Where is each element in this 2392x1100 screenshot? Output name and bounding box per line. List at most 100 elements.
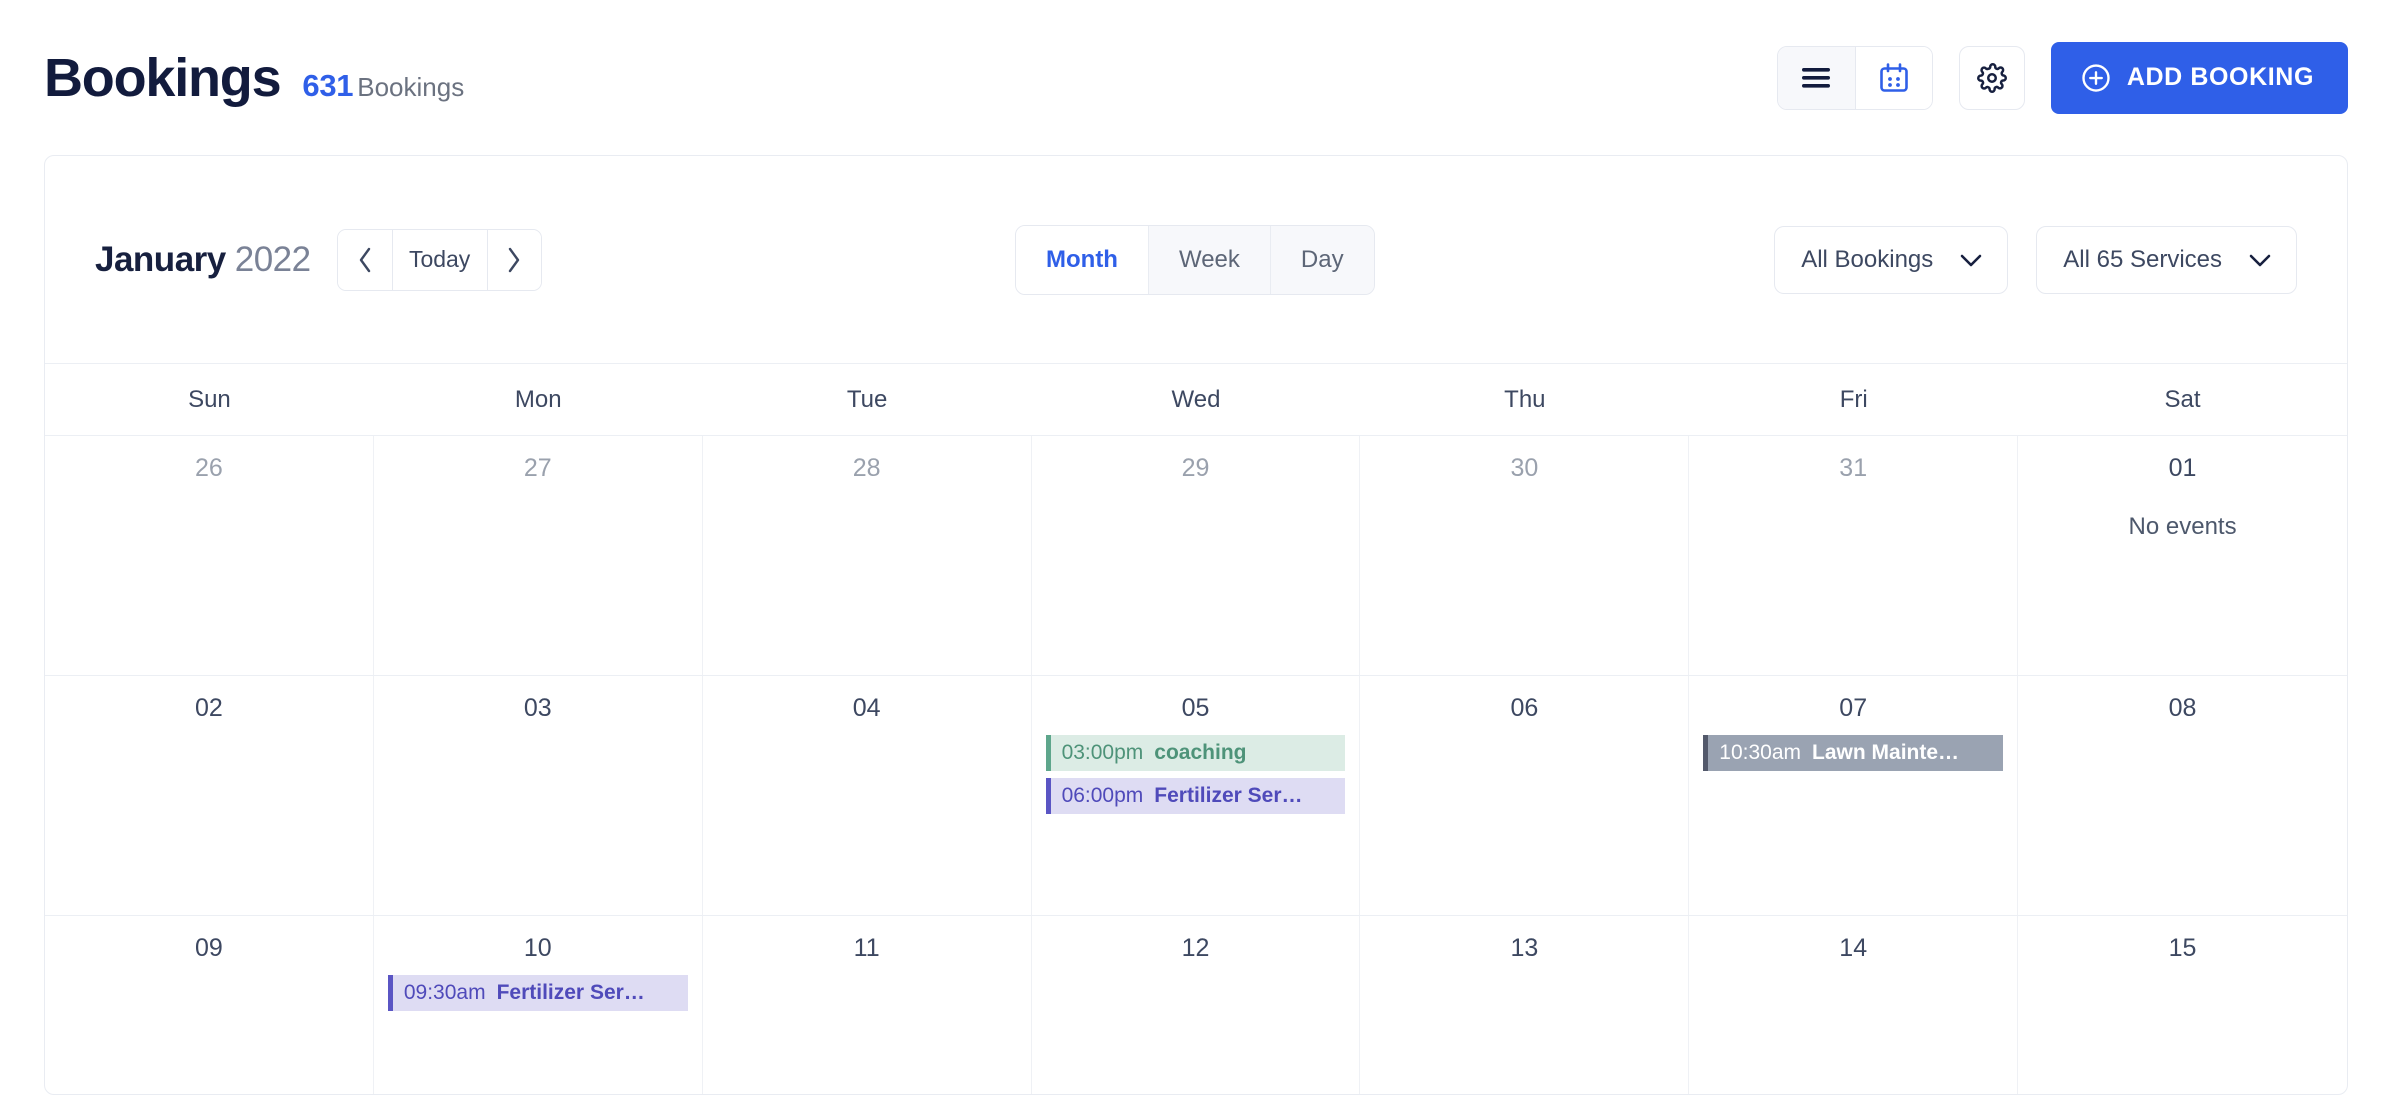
dow-sun: Sun [45, 364, 374, 435]
calendar-icon [1878, 62, 1910, 94]
event-title: Fertilizer Ser… [497, 981, 645, 1005]
view-mode-week[interactable]: Week [1148, 226, 1270, 294]
bookings-calendar-page: Bookings 631Bookings [0, 0, 2392, 1100]
calendar-event[interactable]: 06:00pm Fertilizer Ser… [1046, 778, 1346, 814]
day-of-week-header: Sun Mon Tue Wed Thu Fri Sat [45, 364, 2347, 436]
view-toggle-group [1777, 46, 1933, 110]
calendar-week-row: 02030405 03:00pmcoaching 06:00pm Fertilizer… [45, 676, 2347, 916]
booking-count-value: 631 [302, 68, 353, 103]
day-number: 28 [703, 452, 1031, 485]
calendar-day-cell[interactable]: 27 [374, 436, 703, 675]
calendar-week-row: 26272829303101 No events [45, 436, 2347, 676]
view-mode-month[interactable]: Month [1016, 226, 1148, 294]
prev-month-button[interactable] [338, 230, 392, 290]
calendar-week-row: 0910 09:30amFertilizer Ser… 1112131415 [45, 916, 2347, 1095]
calendar-day-cell[interactable]: 02 [45, 676, 374, 915]
day-number: 14 [1689, 932, 2017, 965]
event-time: 10:30am [1719, 741, 1801, 765]
calendar-day-cell[interactable]: 31 [1689, 436, 2018, 675]
today-button[interactable]: Today [392, 230, 487, 290]
calendar-event[interactable]: 10:30am Lawn Mainte… [1703, 735, 2003, 771]
list-icon [1801, 67, 1831, 89]
calendar-day-cell[interactable]: 07 10:30am Lawn Mainte… [1689, 676, 2018, 915]
calendar-day-cell[interactable]: 09 [45, 916, 374, 1095]
day-number: 09 [45, 932, 373, 965]
day-events-list: 03:00pmcoaching 06:00pm Fertilizer Ser… [1032, 735, 1360, 814]
date-nav-group: Today [337, 229, 542, 291]
day-number: 03 [374, 692, 702, 725]
day-number: 10 [374, 932, 702, 965]
day-number: 30 [1360, 452, 1688, 485]
day-number: 08 [2018, 692, 2347, 725]
view-mode-group: Month Week Day [1015, 225, 1375, 295]
no-events-text: No events [2018, 513, 2347, 541]
plus-circle-icon [2081, 63, 2111, 93]
calendar-day-cell[interactable]: 06 [1360, 676, 1689, 915]
month-name: January [95, 240, 226, 279]
services-filter-label: All 65 Services [2063, 246, 2222, 274]
day-number: 13 [1360, 932, 1688, 965]
day-number: 29 [1032, 452, 1360, 485]
calendar-event[interactable]: 09:30amFertilizer Ser… [388, 975, 688, 1011]
calendar-event[interactable]: 03:00pmcoaching [1046, 735, 1346, 771]
day-number: 11 [703, 932, 1031, 965]
day-number: 15 [2018, 932, 2347, 965]
day-number: 31 [1689, 452, 2017, 485]
calendar-day-cell[interactable]: 03 [374, 676, 703, 915]
add-booking-button[interactable]: ADD BOOKING [2051, 42, 2348, 114]
booking-count-label: Bookings [357, 72, 464, 102]
calendar-day-cell[interactable]: 14 [1689, 916, 2018, 1095]
calendar-day-cell[interactable]: 05 03:00pmcoaching 06:00pm Fertilizer Ser… [1032, 676, 1361, 915]
view-mode-day[interactable]: Day [1270, 226, 1374, 294]
day-events-list: 10:30am Lawn Mainte… [1689, 735, 2017, 771]
day-number: 07 [1689, 692, 2017, 725]
day-number: 12 [1032, 932, 1360, 965]
calendar-day-cell[interactable]: 28 [703, 436, 1032, 675]
calendar-week-grid: 26272829303101 No events 02030405 03:00pmco… [45, 436, 2347, 1095]
day-number: 01 [2018, 452, 2347, 485]
calendar-day-cell[interactable]: 15 [2018, 916, 2347, 1095]
calendar-day-cell[interactable]: 08 [2018, 676, 2347, 915]
dow-fri: Fri [1689, 364, 2018, 435]
add-booking-label: ADD BOOKING [2127, 63, 2314, 92]
calendar-day-cell[interactable]: 30 [1360, 436, 1689, 675]
page-header: Bookings 631Bookings [0, 0, 2392, 155]
calendar-day-cell[interactable]: 12 [1032, 916, 1361, 1095]
bookings-filter-label: All Bookings [1801, 246, 1933, 274]
filter-group: All Bookings All 65 Services [1774, 226, 2297, 294]
settings-button[interactable] [1959, 46, 2025, 110]
title-group: Bookings 631Bookings [44, 51, 464, 105]
calendar-day-cell[interactable]: 13 [1360, 916, 1689, 1095]
calendar-day-cell[interactable]: 11 [703, 916, 1032, 1095]
dow-tue: Tue [703, 364, 1032, 435]
list-view-button[interactable] [1778, 47, 1855, 109]
page-title: Bookings [44, 51, 280, 105]
bookings-filter-dropdown[interactable]: All Bookings [1774, 226, 2008, 294]
next-month-button[interactable] [487, 230, 541, 290]
event-title: Fertilizer Ser… [1154, 784, 1302, 808]
calendar-view-button[interactable] [1855, 47, 1932, 109]
calendar-day-cell[interactable]: 01 No events [2018, 436, 2347, 675]
current-month-label: January2022 [95, 240, 311, 280]
services-filter-dropdown[interactable]: All 65 Services [2036, 226, 2297, 294]
booking-count: 631Bookings [302, 68, 464, 104]
day-number: 04 [703, 692, 1031, 725]
day-number: 05 [1032, 692, 1360, 725]
calendar-day-cell[interactable]: 10 09:30amFertilizer Ser… [374, 916, 703, 1095]
day-number: 06 [1360, 692, 1688, 725]
calendar-day-cell[interactable]: 26 [45, 436, 374, 675]
day-number: 26 [45, 452, 373, 485]
event-time: 06:00pm [1062, 784, 1144, 808]
event-title: coaching [1154, 741, 1246, 765]
chevron-left-icon [356, 245, 374, 275]
event-title: Lawn Mainte… [1812, 741, 1959, 765]
calendar-day-cell[interactable]: 04 [703, 676, 1032, 915]
header-actions: ADD BOOKING [1777, 42, 2348, 114]
chevron-down-icon [1959, 252, 1983, 268]
day-number: 02 [45, 692, 373, 725]
gear-icon [1977, 63, 2007, 93]
calendar-day-cell[interactable]: 29 [1032, 436, 1361, 675]
chevron-right-icon [505, 245, 523, 275]
calendar-toolbar: January2022 Today [45, 156, 2347, 364]
dow-thu: Thu [1360, 364, 1689, 435]
